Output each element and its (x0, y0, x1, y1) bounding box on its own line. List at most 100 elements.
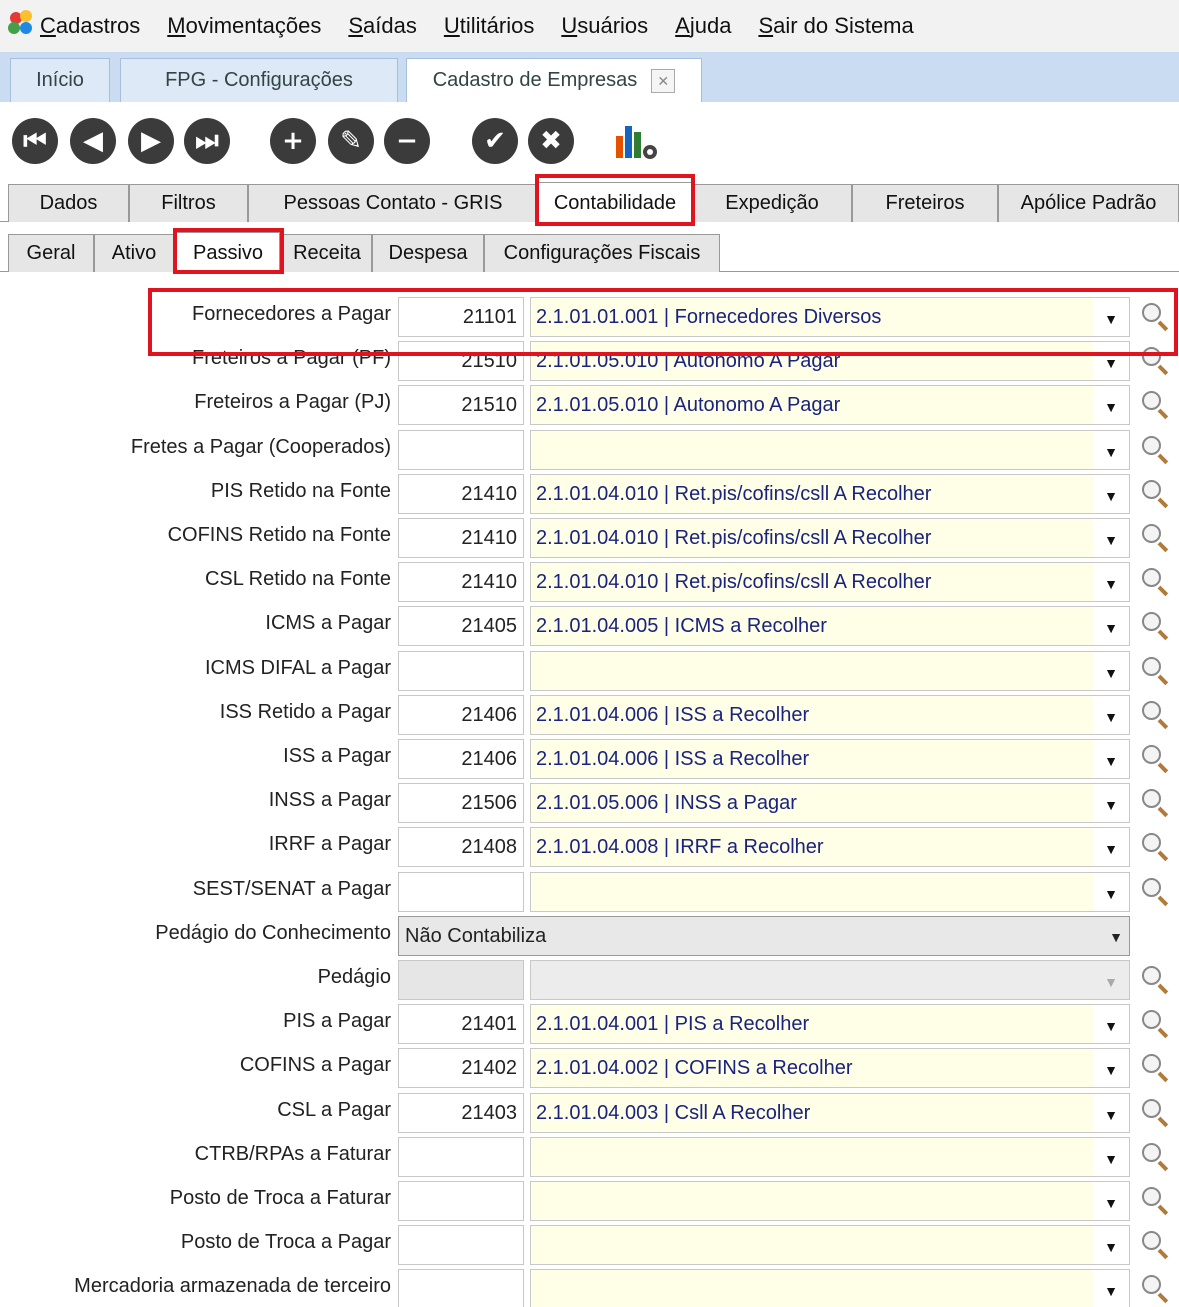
account-code-input[interactable]: 21403 (398, 1092, 524, 1133)
search-icon[interactable] (1140, 345, 1172, 377)
menu-usuarios[interactable]: Usuários (561, 13, 648, 39)
tab-apolice-padrao[interactable]: Apólice Padrão (998, 184, 1179, 222)
dropdown-arrow-icon[interactable]: ▼ (1093, 651, 1129, 690)
search-icon[interactable] (1140, 831, 1172, 863)
dropdown-arrow-icon[interactable]: ▼ (1109, 929, 1123, 945)
dropdown-arrow-icon[interactable]: ▼ (1093, 828, 1129, 867)
tab-pessoas-contato-gris[interactable]: Pessoas Contato - GRIS (248, 184, 538, 222)
account-code-input[interactable]: 21406 (398, 694, 524, 735)
dropdown-arrow-icon[interactable]: ▼ (1093, 1137, 1129, 1176)
confirm-icon[interactable]: ✔ (472, 118, 518, 164)
search-icon[interactable] (1140, 1141, 1172, 1173)
subtab-geral[interactable]: Geral (8, 234, 94, 272)
search-icon[interactable] (1140, 1008, 1172, 1040)
dropdown-arrow-icon[interactable]: ▼ (1093, 784, 1129, 823)
menu-ajuda[interactable]: Ajuda (675, 13, 731, 39)
account-code-input[interactable]: 21408 (398, 827, 524, 868)
dropdown-arrow-icon[interactable]: ▼ (1093, 1093, 1129, 1132)
account-code-input[interactable] (398, 1136, 524, 1177)
cancel-icon[interactable]: ✖ (528, 118, 574, 164)
account-code-input[interactable]: 21401 (398, 1004, 524, 1045)
menu-cadastros[interactable]: Cadastros (40, 13, 140, 39)
account-code-input[interactable] (398, 650, 524, 691)
search-icon[interactable] (1140, 876, 1172, 908)
account-select[interactable]: ▼ (530, 1136, 1130, 1177)
dropdown-arrow-icon[interactable]: ▼ (1093, 386, 1129, 425)
tab-freteiros[interactable]: Freteiros (852, 184, 998, 222)
dropdown-arrow-icon[interactable]: ▼ (1093, 342, 1129, 381)
search-icon[interactable] (1140, 434, 1172, 466)
account-select[interactable]: 2.1.01.04.010 | Ret.pis/cofins/csll A Re… (530, 473, 1130, 514)
tab-contabilidade[interactable]: Contabilidade (538, 182, 692, 223)
account-code-input[interactable]: 21406 (398, 739, 524, 779)
search-icon[interactable] (1140, 699, 1172, 731)
account-code-input[interactable]: 21510 (398, 385, 524, 426)
dropdown-arrow-icon[interactable]: ▼ (1093, 695, 1129, 734)
account-select[interactable]: 2.1.01.01.001 | Fornecedores Diversos ▼ (530, 297, 1130, 337)
add-record-icon[interactable]: + (270, 118, 316, 164)
account-code-input[interactable] (398, 1269, 524, 1307)
tab-filtros[interactable]: Filtros (129, 184, 248, 222)
account-select[interactable]: 2.1.01.05.010 | Autonomo A Pagar ▼ (530, 385, 1130, 426)
account-code-input[interactable]: 21410 (398, 473, 524, 514)
menu-movimentacoes[interactable]: Movimentações (167, 13, 321, 39)
account-select[interactable]: ▼ (530, 429, 1130, 470)
dropdown-arrow-icon[interactable]: ▼ (1093, 1005, 1129, 1044)
account-code-input[interactable]: 21402 (398, 1048, 524, 1089)
search-icon[interactable] (1140, 522, 1172, 554)
dropdown-arrow-icon[interactable]: ▼ (1093, 1049, 1129, 1088)
account-code-input[interactable]: 21510 (398, 341, 524, 382)
account-code-input[interactable]: 21506 (398, 783, 524, 824)
dropdown-arrow-icon[interactable]: ▼ (1093, 1226, 1129, 1265)
menu-saidas[interactable]: Saídas (348, 13, 417, 39)
dropdown-arrow-icon[interactable]: ▼ (1093, 1182, 1129, 1220)
search-icon[interactable] (1140, 1052, 1172, 1084)
search-icon[interactable] (1140, 743, 1172, 775)
account-select[interactable]: ▼ (530, 1181, 1130, 1221)
account-code-input[interactable] (398, 1181, 524, 1221)
next-record-icon[interactable]: ▶ (128, 118, 174, 164)
window-tab-fpg-configuracoes[interactable]: FPG - Configurações (120, 58, 398, 102)
search-icon[interactable] (1140, 964, 1172, 996)
dropdown-arrow-icon[interactable]: ▼ (1093, 519, 1129, 557)
account-select[interactable]: ▼ (530, 871, 1130, 912)
menu-sair-do-sistema[interactable]: Sair do Sistema (758, 13, 913, 39)
dropdown-arrow-icon[interactable]: ▼ (1093, 740, 1129, 778)
pedagio-conhecimento-select[interactable]: Não Contabiliza ▼ (398, 915, 1130, 956)
dropdown-arrow-icon[interactable]: ▼ (1093, 1270, 1129, 1307)
account-select[interactable]: 2.1.01.04.003 | Csll A Recolher ▼ (530, 1092, 1130, 1133)
dropdown-arrow-icon[interactable]: ▼ (1093, 474, 1129, 513)
account-code-input[interactable]: 21410 (398, 562, 524, 603)
subtab-receita[interactable]: Receita (282, 234, 372, 272)
search-icon[interactable] (1140, 787, 1172, 819)
account-select[interactable]: 2.1.01.05.006 | INSS a Pagar ▼ (530, 783, 1130, 824)
account-select[interactable]: 2.1.01.04.010 | Ret.pis/cofins/csll A Re… (530, 562, 1130, 603)
subtab-ativo[interactable]: Ativo (94, 234, 174, 272)
account-code-input[interactable] (398, 1225, 524, 1266)
search-icon[interactable] (1140, 1229, 1172, 1261)
dropdown-arrow-icon[interactable]: ▼ (1093, 563, 1129, 602)
search-icon[interactable] (1140, 610, 1172, 642)
window-tab-cadastro-empresas[interactable]: Cadastro de Empresas ✕ (406, 58, 702, 102)
tab-dados[interactable]: Dados (8, 184, 129, 222)
account-select[interactable]: 2.1.01.04.002 | COFINS a Recolher ▼ (530, 1048, 1130, 1089)
account-select[interactable]: 2.1.01.04.005 | ICMS a Recolher ▼ (530, 606, 1130, 647)
menu-utilitarios[interactable]: Utilitários (444, 13, 534, 39)
search-icon[interactable] (1140, 1097, 1172, 1129)
account-code-input[interactable]: 21405 (398, 606, 524, 647)
previous-record-icon[interactable]: ◀ (70, 118, 116, 164)
account-select[interactable]: 2.1.01.04.006 | ISS a Recolher ▼ (530, 739, 1130, 779)
search-icon[interactable] (1140, 301, 1172, 333)
search-icon[interactable] (1140, 389, 1172, 421)
account-code-input[interactable] (398, 429, 524, 470)
account-select[interactable]: 2.1.01.04.006 | ISS a Recolher ▼ (530, 694, 1130, 735)
dropdown-arrow-icon[interactable]: ▼ (1093, 430, 1129, 469)
search-icon[interactable] (1140, 1185, 1172, 1217)
account-select[interactable]: 2.1.01.04.010 | Ret.pis/cofins/csll A Re… (530, 518, 1130, 558)
dropdown-arrow-icon[interactable]: ▼ (1093, 607, 1129, 646)
account-select[interactable]: 2.1.01.04.008 | IRRF a Recolher ▼ (530, 827, 1130, 868)
tab-expedicao[interactable]: Expedição (692, 184, 852, 222)
dropdown-arrow-icon[interactable]: ▼ (1093, 872, 1129, 911)
chart-settings-icon[interactable] (612, 118, 662, 162)
close-icon[interactable]: ✕ (651, 68, 676, 93)
